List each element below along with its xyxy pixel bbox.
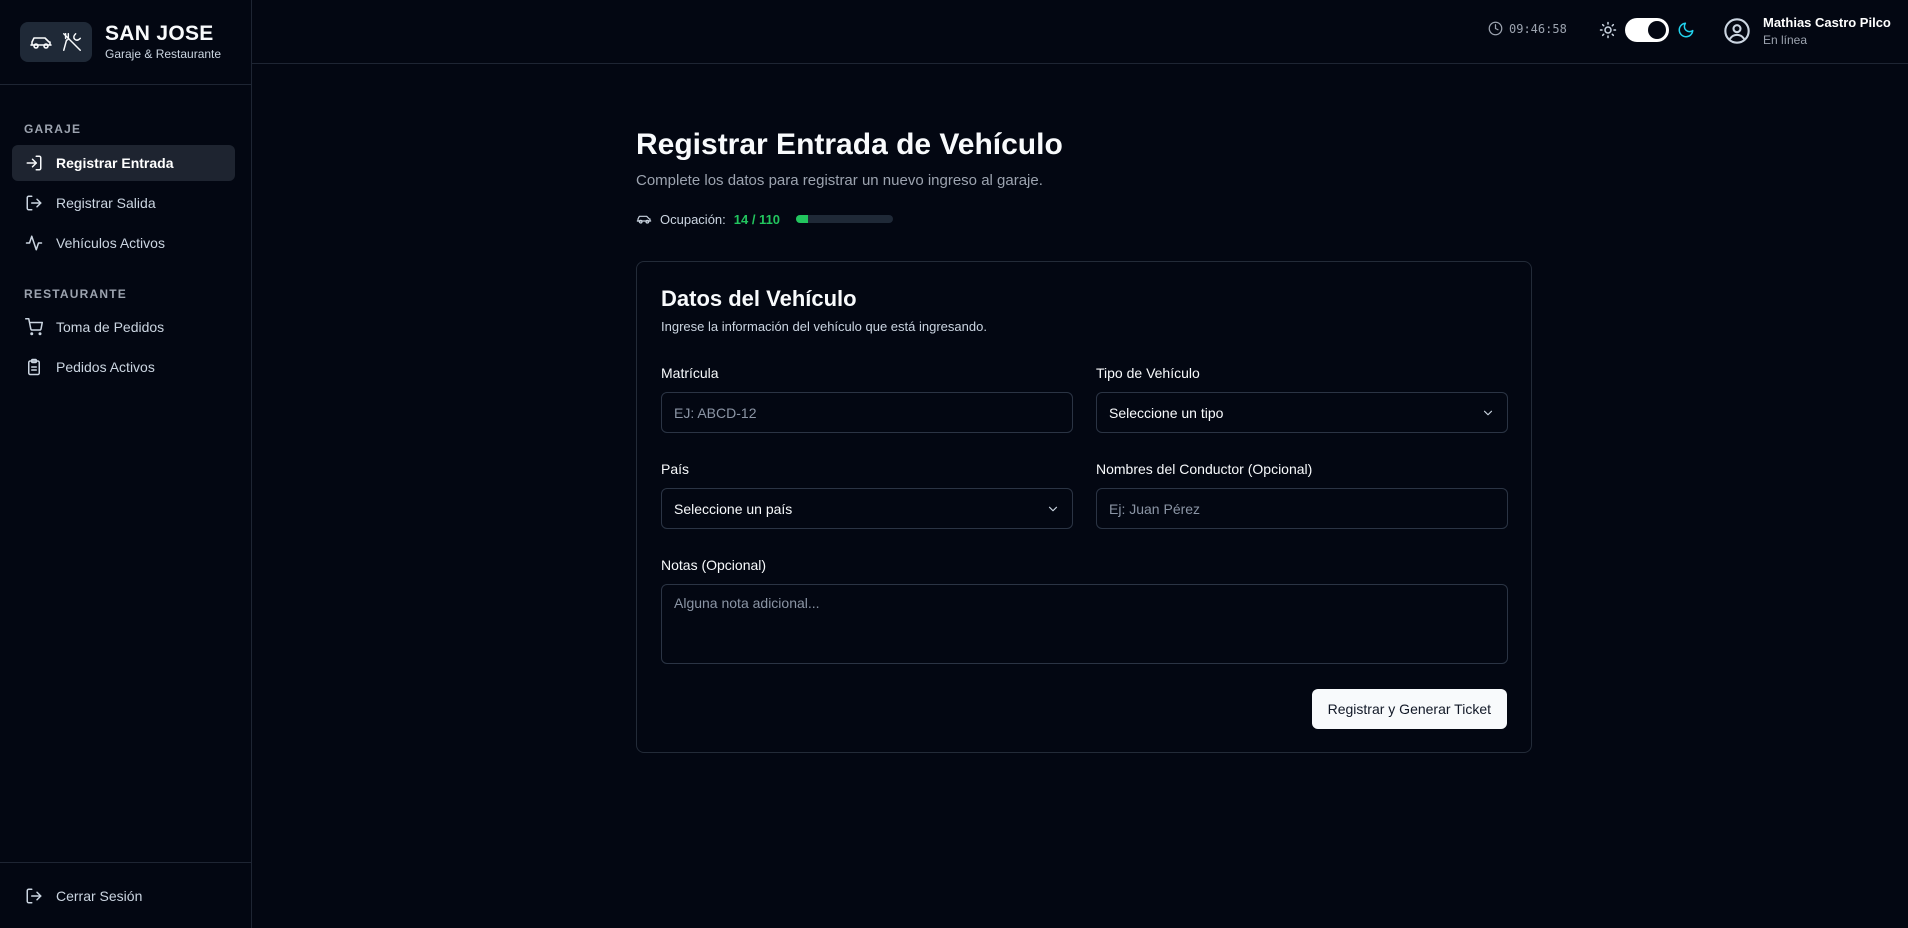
nav-section-garaje: GARAJE [24,122,82,136]
occupancy-label: Ocupación: [660,211,726,227]
vehicle-form-card: Datos del Vehículo Ingrese la informació… [636,261,1532,753]
country-label: País [661,461,690,477]
sidebar-item-registrar-salida[interactable]: Registrar Salida [12,185,235,221]
brand: SAN JOSE Garaje & Restaurante [0,0,251,85]
brand-text: SAN JOSE Garaje & Restaurante [105,22,222,62]
sidebar-item-pedidos-activos[interactable]: Pedidos Activos [12,349,235,385]
sun-icon [1599,21,1617,39]
driver-label: Nombres del Conductor (Opcional) [1096,461,1313,477]
brand-title: SAN JOSE [105,22,214,45]
driver-input[interactable] [1096,488,1508,529]
sidebar: SAN JOSE Garaje & Restaurante GARAJE Reg… [0,0,252,928]
cart-icon [25,318,43,336]
clock: 09:46:58 [1488,21,1567,36]
sidebar-item-label: Vehículos Activos [56,235,165,251]
notes-label: Notas (Opcional) [661,557,767,573]
chevron-down-icon [1483,410,1493,415]
plate-label: Matrícula [661,365,719,381]
clipboard-icon [28,358,40,376]
vehicle-type-label: Tipo de Vehículo [1096,365,1200,381]
theme-toggle[interactable] [1625,18,1669,42]
country-select[interactable]: Seleccione un país [661,488,1073,529]
activity-icon [25,235,43,251]
sidebar-item-registrar-entrada[interactable]: Registrar Entrada [12,145,235,181]
nav-section-restaurante: RESTAURANTE [24,287,127,301]
country-value: Seleccione un país [674,500,793,517]
page-subtitle: Complete los datos para registrar un nue… [636,172,1043,189]
notes-textarea[interactable] [661,584,1508,664]
log-out-icon [26,888,42,904]
sidebar-footer: Cerrar Sesión [0,862,251,928]
sidebar-item-label: Pedidos Activos [56,359,155,375]
vehicle-type-select[interactable]: Seleccione un tipo [1096,392,1508,433]
brand-logo [20,22,92,62]
clock-time: 09:46:58 [1509,21,1567,36]
occupancy-bar [796,215,894,223]
page-title: Registrar Entrada de Vehículo [636,128,1063,161]
sidebar-item-toma-pedidos[interactable]: Toma de Pedidos [12,309,235,345]
form-subtitle: Ingrese la información del vehículo que … [661,319,987,334]
occupancy-value: 14 / 110 [733,211,781,227]
brand-subtitle: Garaje & Restaurante [105,47,222,61]
form-title: Datos del Vehículo [661,286,857,311]
sidebar-item-vehiculos-activos[interactable]: Vehículos Activos [12,225,235,261]
car-icon [30,37,52,49]
user-status: En línea [1763,33,1808,47]
sidebar-item-label: Registrar Entrada [56,155,174,171]
log-in-icon [26,155,42,171]
chevron-down-icon [1048,506,1058,511]
clock-icon [1488,21,1503,36]
user-info: Mathias Castro Pilco En línea [1763,15,1891,47]
user-name: Mathias Castro Pilco [1763,15,1891,30]
logout-button[interactable]: Cerrar Sesión [12,878,235,914]
utensils-icon [63,33,81,51]
logout-label: Cerrar Sesión [56,888,143,904]
occupancy-bar-fill [796,215,809,223]
moon-icon [1678,22,1694,38]
plate-input[interactable] [661,392,1073,433]
sidebar-item-label: Registrar Salida [56,195,156,211]
toggle-knob [1648,21,1666,39]
occupancy-indicator: Ocupación: 14 / 110 [636,211,894,227]
user-avatar-icon [1724,18,1750,44]
theme-switcher [1599,18,1695,42]
car-icon [636,215,652,224]
log-out-icon [26,195,42,211]
sidebar-item-label: Toma de Pedidos [56,319,165,335]
submit-button[interactable]: Registrar y Generar Ticket [1311,689,1507,729]
vehicle-type-value: Seleccione un tipo [1109,404,1224,421]
user-menu[interactable]: Mathias Castro Pilco En línea [1723,15,1891,47]
app-root: SAN JOSE Garaje & Restaurante GARAJE Reg… [0,0,1908,928]
top-header: 09:46:58 Mathias Castro Pilco En línea [252,0,1908,64]
